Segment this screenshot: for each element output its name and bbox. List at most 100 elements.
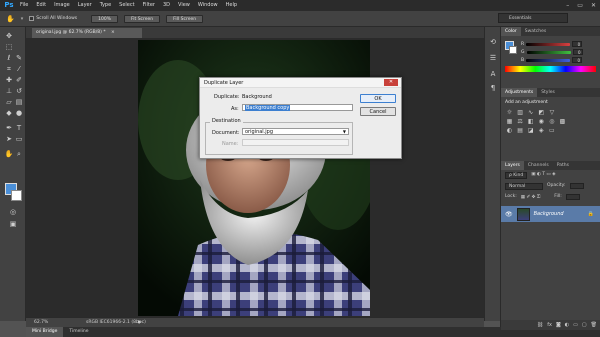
background-color-swatch[interactable] — [11, 190, 22, 201]
menu-select[interactable]: Select — [115, 0, 138, 11]
tab-styles[interactable]: Styles — [537, 88, 559, 97]
properties-panel-icon[interactable]: ☰ — [488, 53, 498, 63]
hue-saturation-icon[interactable]: ▦ — [505, 117, 514, 126]
visibility-eye-icon[interactable]: 👁 — [505, 211, 513, 218]
gradient-icon[interactable]: ▤ — [14, 97, 24, 107]
brush-icon[interactable]: ✐ — [14, 75, 24, 85]
zoom-100-button[interactable]: 100% — [91, 14, 118, 23]
photo-filter-icon[interactable]: ◉ — [537, 117, 546, 126]
slider-blue[interactable]: B 0 — [501, 56, 600, 64]
fit-screen-button[interactable]: Fit Screen — [123, 14, 161, 23]
selective-color-icon[interactable]: ◈ — [537, 126, 546, 135]
ok-button[interactable]: OK — [360, 94, 396, 103]
menu-image[interactable]: Image — [50, 0, 74, 11]
zoom-level[interactable]: 62.7% — [34, 320, 48, 325]
layer-style-icon[interactable]: fx — [547, 322, 552, 328]
menu-help[interactable]: Help — [222, 0, 241, 11]
delete-layer-icon[interactable]: 🗑 — [591, 322, 597, 328]
panel-bg-swatch[interactable] — [509, 46, 517, 54]
shape-icon[interactable]: ▭ — [14, 134, 24, 144]
brightness-icon[interactable]: ☼ — [505, 108, 514, 117]
menu-window[interactable]: Window — [194, 0, 222, 11]
blue-value[interactable]: 0 — [572, 57, 583, 63]
menu-filter[interactable]: Filter — [139, 0, 159, 11]
color-spectrum[interactable] — [505, 66, 596, 72]
blue-track[interactable] — [526, 58, 571, 62]
levels-icon[interactable]: ▥ — [516, 108, 525, 117]
type-icon[interactable]: T — [14, 123, 24, 133]
marquee-icon[interactable]: ⬚ — [4, 42, 14, 52]
opacity-input[interactable] — [569, 183, 584, 189]
tab-layers[interactable]: Layers — [501, 161, 524, 170]
quick-mask-icon[interactable]: ◎ — [8, 207, 18, 217]
menu-edit[interactable]: Edit — [32, 0, 50, 11]
color-lookup-icon[interactable]: ▩ — [558, 117, 567, 126]
curves-icon[interactable]: ∿ — [526, 108, 535, 117]
menu-layer[interactable]: Layer — [74, 0, 96, 11]
quick-select-icon[interactable]: ✎ — [14, 53, 24, 63]
document-select[interactable]: original.jpg ▼ — [242, 128, 349, 135]
invert-icon[interactable]: ◐ — [505, 126, 514, 135]
tool-preset-dropdown[interactable]: ▾ — [21, 16, 24, 22]
minimize-button[interactable]: – — [566, 2, 569, 9]
layer-name[interactable]: Background — [534, 211, 564, 217]
tab-paths[interactable]: Paths — [553, 161, 573, 170]
close-window-button[interactable]: ✕ — [591, 2, 596, 9]
close-document-icon[interactable]: × — [111, 30, 115, 35]
zoom-icon[interactable]: ⌕ — [14, 149, 24, 159]
link-layers-icon[interactable]: ⛓ — [537, 322, 543, 328]
red-track[interactable] — [526, 42, 571, 46]
fill-screen-button[interactable]: Fill Screen — [166, 14, 204, 23]
paragraph-panel-icon[interactable]: ¶ — [488, 83, 498, 93]
channel-mixer-icon[interactable]: ◎ — [547, 117, 556, 126]
blend-mode-select[interactable]: Normal — [505, 183, 543, 190]
green-track[interactable] — [526, 50, 571, 54]
tab-color[interactable]: Color — [501, 27, 521, 36]
red-value[interactable]: 0 — [572, 41, 583, 47]
vibrance-icon[interactable]: ▽ — [547, 108, 556, 117]
adjustment-layer-icon[interactable]: ◐ — [565, 322, 569, 328]
crop-icon[interactable]: ⌗ — [4, 64, 14, 74]
tab-mini-bridge[interactable]: Mini Bridge — [26, 327, 64, 337]
menu-3d[interactable]: 3D — [159, 0, 174, 11]
screen-mode-icon[interactable]: ▣ — [8, 219, 18, 229]
cancel-button[interactable]: Cancel — [360, 107, 396, 116]
checkbox-box[interactable] — [29, 16, 35, 21]
new-layer-icon[interactable]: ▢ — [582, 322, 587, 328]
eraser-icon[interactable]: ▱ — [4, 97, 14, 107]
lock-icons[interactable]: ▦ ✐ ✥ ⚿ — [521, 194, 541, 200]
layer-mask-icon[interactable]: ◙ — [556, 322, 561, 328]
exposure-icon[interactable]: ◩ — [537, 108, 546, 117]
document-tab[interactable]: original.jpg @ 62.7% (RGB/8) * × — [32, 28, 142, 38]
scroll-all-windows-checkbox[interactable]: Scroll All Windows — [29, 16, 77, 21]
path-select-icon[interactable]: ➤ — [4, 134, 14, 144]
black-white-icon[interactable]: ◧ — [526, 117, 535, 126]
eyedropper-icon[interactable]: ⁄ — [14, 64, 24, 74]
as-input[interactable]: Background copy — [242, 104, 353, 111]
menu-view[interactable]: View — [174, 0, 194, 11]
color-balance-icon[interactable]: ⚖ — [516, 117, 525, 126]
character-panel-icon[interactable]: A — [488, 69, 498, 79]
menu-type[interactable]: Type — [96, 0, 115, 11]
tab-channels[interactable]: Channels — [524, 161, 553, 170]
workspace-switcher[interactable]: Essentials — [498, 13, 568, 23]
lasso-icon[interactable]: ℓ — [4, 53, 14, 63]
history-brush-icon[interactable]: ↺ — [14, 86, 24, 96]
threshold-icon[interactable]: ◪ — [526, 126, 535, 135]
new-group-icon[interactable]: ▭ — [573, 322, 578, 328]
gradient-map-icon[interactable]: ▭ — [547, 126, 556, 135]
hand-icon[interactable]: ✋ — [4, 149, 14, 159]
tab-timeline[interactable]: Timeline — [63, 327, 94, 337]
tab-swatches[interactable]: Swatches — [521, 27, 551, 36]
maximize-button[interactable]: ▭ — [577, 2, 583, 9]
healing-icon[interactable]: ✚ — [4, 75, 14, 85]
hand-tool-icon[interactable]: ✋ — [6, 15, 15, 23]
layer-row-background[interactable]: 👁 Background 🔒 — [501, 206, 600, 222]
dialog-close-button[interactable]: ✕ — [384, 79, 398, 86]
move-icon[interactable]: ✥ — [4, 31, 14, 41]
layer-kind-filter[interactable]: ρ Kind — [505, 172, 528, 179]
status-arrow-icon[interactable]: ▶ — [138, 320, 141, 325]
green-value[interactable]: 0 — [572, 49, 583, 55]
filter-icons[interactable]: ▣ ◐ T ▭ ◈ — [531, 172, 555, 179]
history-panel-icon[interactable]: ⟲ — [488, 37, 498, 47]
